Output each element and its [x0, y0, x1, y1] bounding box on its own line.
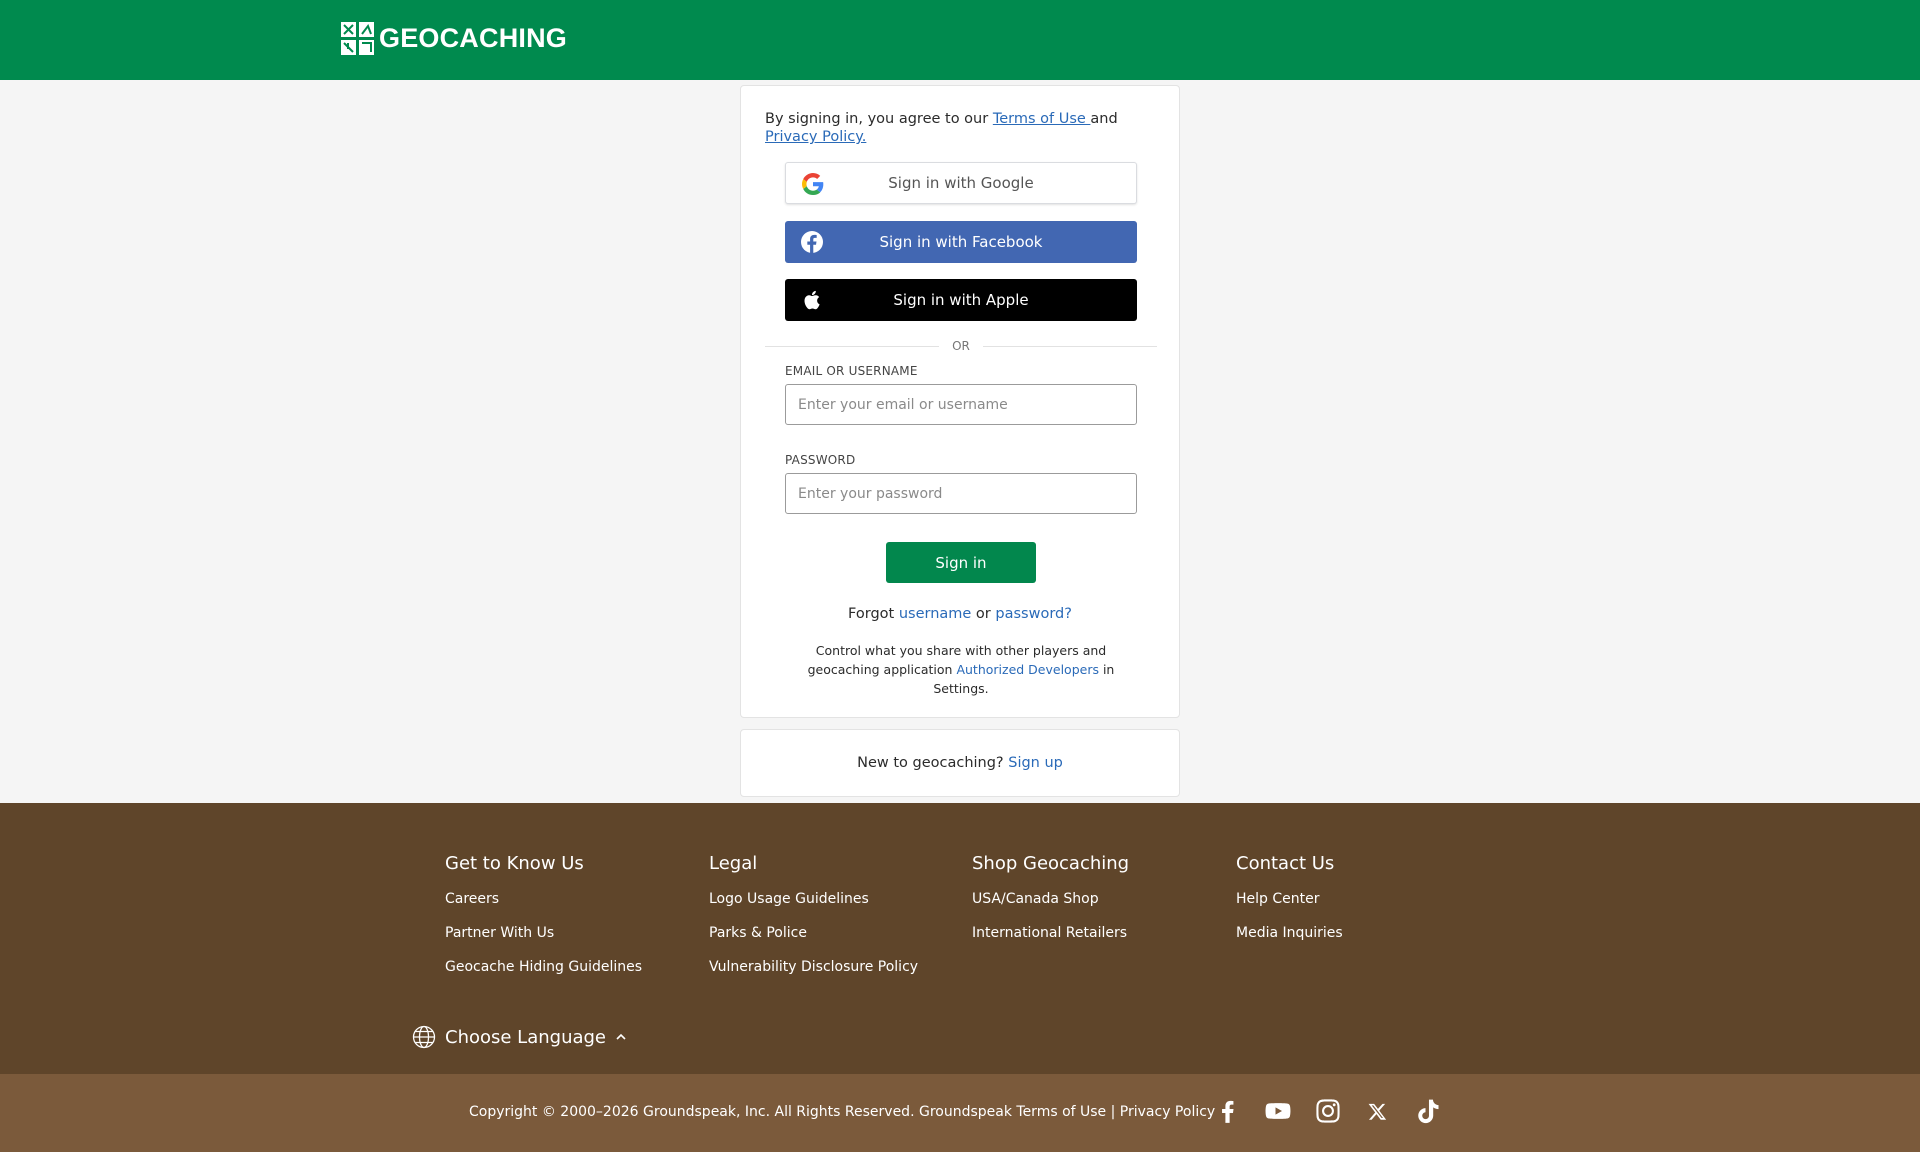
footer-link-careers[interactable]: Careers — [445, 891, 695, 907]
footer-heading: Contact Us — [1236, 853, 1335, 874]
or-divider: OR — [765, 336, 1157, 356]
footer-column-shop: Shop Geocaching USA/Canada Shop Internat… — [972, 853, 1222, 959]
footer-privacy-link[interactable]: Privacy Policy — [1120, 1104, 1215, 1120]
separator: | — [1106, 1104, 1120, 1120]
google-icon — [802, 173, 824, 195]
facebook-button-label: Sign in with Facebook — [879, 233, 1043, 251]
facebook-icon — [801, 231, 823, 253]
signin-card: By signing in, you agree to our Terms of… — [740, 85, 1180, 718]
footer-link-logo-usage[interactable]: Logo Usage Guidelines — [709, 891, 959, 907]
geocaching-logo[interactable]: GEOCACHING — [341, 22, 567, 55]
divider-line-right — [983, 346, 1157, 347]
agree-and: and — [1090, 111, 1118, 127]
password-input[interactable] — [785, 473, 1137, 514]
email-input[interactable] — [785, 384, 1137, 425]
footer-link-usa-shop[interactable]: USA/Canada Shop — [972, 891, 1222, 907]
tiktok-link[interactable] — [1415, 1098, 1441, 1124]
tiktok-icon — [1418, 1099, 1439, 1124]
footer-link-retailers[interactable]: International Retailers — [972, 925, 1222, 941]
footer-heading: Legal — [709, 853, 758, 874]
sign-in-facebook-button[interactable]: Sign in with Facebook — [785, 221, 1137, 263]
site-footer: Get to Know Us Careers Partner With Us G… — [0, 803, 1920, 1074]
apple-icon — [804, 290, 820, 310]
privacy-policy-link[interactable]: Privacy Policy. — [765, 129, 866, 145]
sign-in-apple-button[interactable]: Sign in with Apple — [785, 279, 1137, 321]
forgot-or: or — [971, 606, 996, 622]
footer-link-help-center[interactable]: Help Center — [1236, 891, 1486, 907]
footer-link-parks-police[interactable]: Parks & Police — [709, 925, 959, 941]
signup-prompt: New to geocaching? — [857, 755, 1009, 771]
footer-column-contact: Contact Us Help Center Media Inquiries — [1236, 853, 1486, 959]
footer-link-media[interactable]: Media Inquiries — [1236, 925, 1486, 941]
choose-language-button[interactable]: Choose Language — [412, 1025, 636, 1049]
globe-icon — [412, 1025, 436, 1049]
sign-in-button[interactable]: Sign in — [886, 542, 1036, 583]
instagram-icon — [1316, 1099, 1340, 1123]
social-links — [1215, 1098, 1465, 1124]
youtube-icon — [1265, 1103, 1291, 1119]
facebook-icon — [1222, 1100, 1234, 1123]
authorized-developers-link[interactable]: Authorized Developers — [956, 662, 1099, 677]
top-header: GEOCACHING — [0, 0, 1920, 80]
sign-in-google-button[interactable]: Sign in with Google — [785, 162, 1137, 204]
sub-footer: Copyright © 2000–2026 Groundspeak, Inc. … — [0, 1074, 1920, 1152]
password-label: PASSWORD — [785, 453, 856, 467]
email-label: EMAIL OR USERNAME — [785, 364, 918, 378]
terms-agreement: By signing in, you agree to our Terms of… — [765, 110, 1157, 146]
sign-up-link[interactable]: Sign up — [1008, 755, 1063, 771]
groundspeak-terms-link[interactable]: Groundspeak Terms of Use — [919, 1104, 1106, 1120]
footer-link-partner[interactable]: Partner With Us — [445, 925, 695, 941]
forgot-prefix: Forgot — [848, 606, 899, 622]
forgot-username-link[interactable]: username — [899, 606, 972, 622]
youtube-link[interactable] — [1265, 1098, 1291, 1124]
google-button-label: Sign in with Google — [888, 174, 1034, 192]
copyright-line: Copyright © 2000–2026 Groundspeak, Inc. … — [469, 1104, 1215, 1120]
choose-language-label: Choose Language — [445, 1026, 607, 1048]
apple-button-label: Sign in with Apple — [893, 291, 1029, 309]
brand-name: GEOCACHING — [379, 23, 568, 53]
x-icon — [1368, 1103, 1387, 1120]
forgot-password-link[interactable]: password? — [995, 606, 1072, 622]
forgot-credentials: Forgot username or password? — [741, 606, 1179, 622]
footer-column-about: Get to Know Us Careers Partner With Us G… — [445, 853, 695, 993]
footer-heading: Get to Know Us — [445, 853, 584, 874]
copyright-text: Copyright © 2000–2026 Groundspeak, Inc. … — [469, 1104, 919, 1120]
x-link[interactable] — [1365, 1098, 1391, 1124]
chevron-up-icon — [616, 1033, 626, 1040]
footer-column-legal: Legal Logo Usage Guidelines Parks & Poli… — [709, 853, 959, 993]
privacy-control-note: Control what you share with other player… — [785, 641, 1137, 698]
agree-prefix: By signing in, you agree to our — [765, 111, 993, 127]
footer-link-hiding-guidelines[interactable]: Geocache Hiding Guidelines — [445, 959, 695, 975]
facebook-link[interactable] — [1215, 1098, 1241, 1124]
terms-of-use-link[interactable]: Terms of Use — [993, 111, 1091, 127]
footer-heading: Shop Geocaching — [972, 853, 1130, 874]
instagram-link[interactable] — [1315, 1098, 1341, 1124]
signup-card: New to geocaching? Sign up — [740, 729, 1180, 797]
footer-link-vulnerability[interactable]: Vulnerability Disclosure Policy — [709, 959, 959, 975]
geocaching-logo-icon — [341, 22, 374, 55]
